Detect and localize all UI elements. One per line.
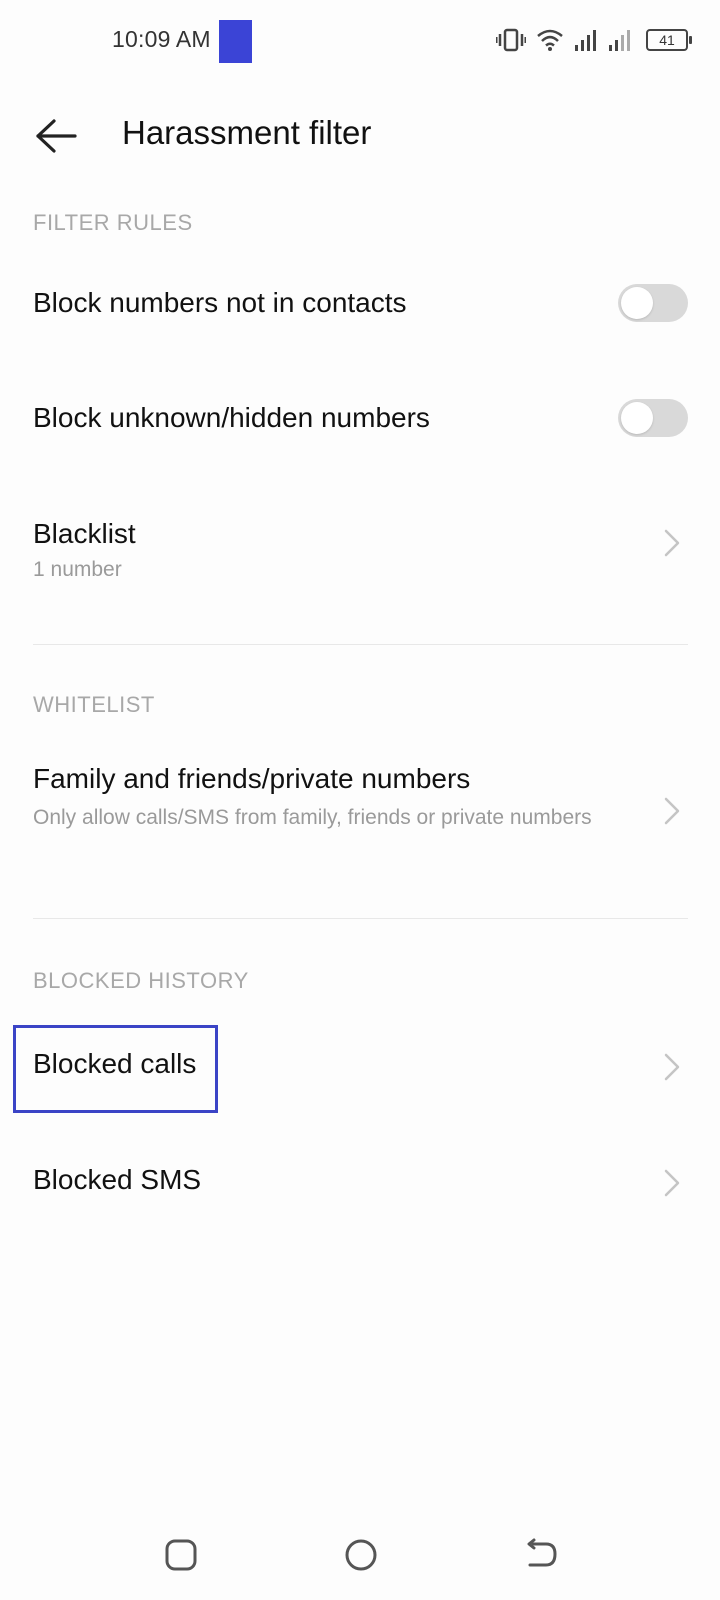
vibrate-icon (496, 28, 526, 52)
row-blocked-sms[interactable]: Blocked SMS (0, 1128, 720, 1238)
recents-icon (165, 1539, 197, 1571)
row-title: Block numbers not in contacts (33, 287, 407, 318)
app-header: Harassment filter (0, 96, 720, 176)
recents-button[interactable] (146, 1520, 216, 1590)
row-title: Blocked SMS (33, 1164, 202, 1195)
row-title: Family and friends/private numbers (33, 763, 471, 794)
navigation-bar (0, 1520, 720, 1590)
toggle-knob (621, 287, 653, 319)
status-time: 10:09 AM (112, 26, 211, 52)
page-title: Harassment filter (122, 114, 372, 151)
divider (33, 644, 688, 645)
chevron-right-icon (664, 797, 680, 825)
toggle-knob (621, 402, 653, 434)
section-label-blocked-history: BLOCKED HISTORY (33, 968, 249, 993)
home-icon (345, 1539, 377, 1571)
wifi-icon (537, 29, 563, 51)
row-block-unknown-hidden[interactable]: Block unknown/hidden numbers (0, 365, 720, 475)
row-subtitle: 1 number (33, 558, 122, 581)
back-button[interactable] (28, 108, 84, 164)
divider (33, 918, 688, 919)
chevron-right-icon (664, 1169, 680, 1197)
arrow-left-icon (36, 119, 77, 153)
row-title: Block unknown/hidden numbers (33, 402, 430, 433)
row-subtitle: Only allow calls/SMS from family, friend… (33, 806, 592, 829)
battery-icon: 41 (646, 29, 692, 51)
section-label-whitelist: WHITELIST (33, 692, 155, 717)
status-icons: 41 (496, 24, 692, 56)
back-icon (527, 1538, 557, 1567)
row-block-not-in-contacts[interactable]: Block numbers not in contacts (0, 250, 720, 360)
chevron-right-icon (664, 529, 680, 557)
signal-icon (575, 30, 596, 51)
row-title: Blacklist (33, 518, 136, 549)
section-label-filter-rules: FILTER RULES (33, 210, 193, 235)
toggle-block-unknown-hidden[interactable] (618, 399, 688, 437)
notification-icon (219, 20, 252, 63)
status-bar: 10:09 AM 41 (0, 0, 720, 80)
nav-back-button[interactable] (506, 1520, 576, 1590)
row-family-friends[interactable]: Family and friends/private numbers Only … (0, 740, 720, 880)
row-blacklist[interactable]: Blacklist 1 number (0, 490, 720, 600)
signal-2-icon (609, 30, 630, 51)
chevron-right-icon (664, 1053, 680, 1081)
toggle-block-not-in-contacts[interactable] (618, 284, 688, 322)
highlight-box (13, 1025, 218, 1113)
home-button[interactable] (326, 1520, 396, 1590)
